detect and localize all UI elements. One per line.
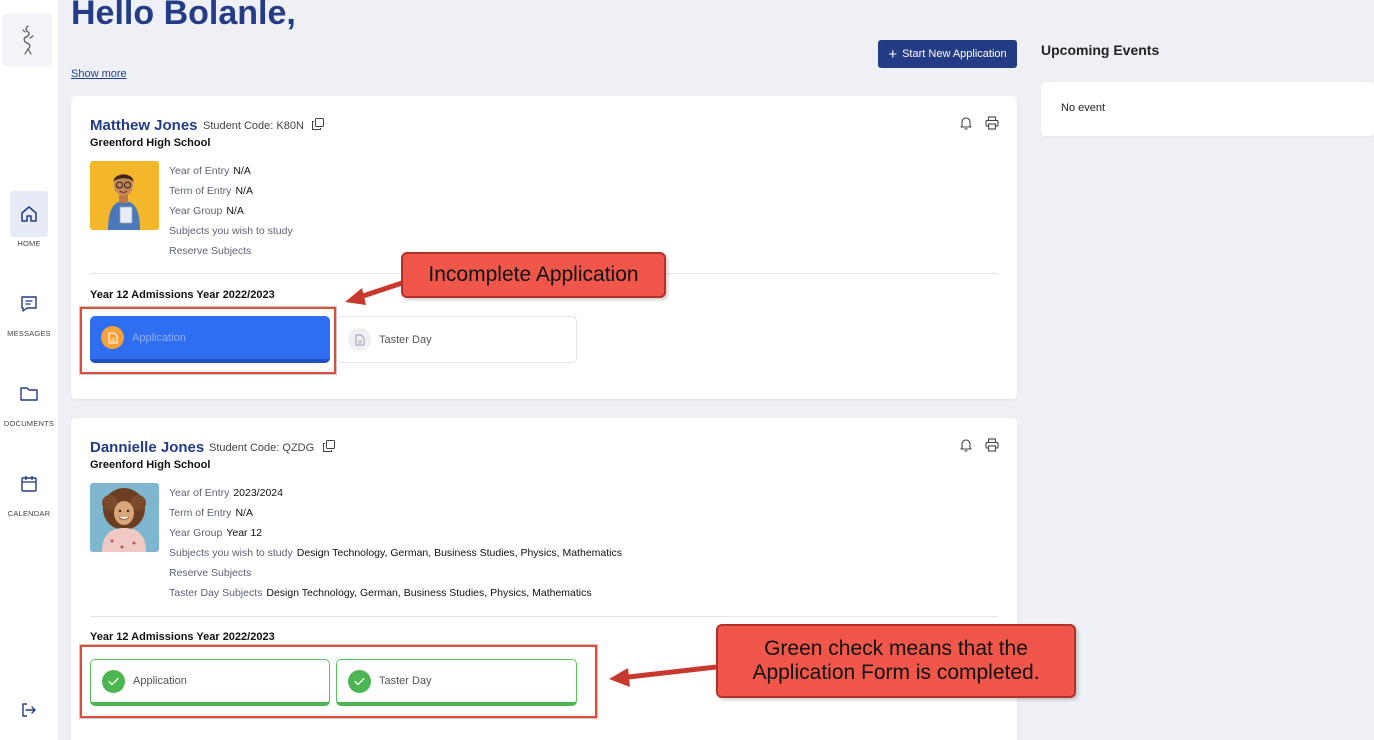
student-details: Year of Entry 2023/2024 Term of Entry N/A … <box>169 483 622 603</box>
bell-icon[interactable] <box>959 438 973 452</box>
no-event-text: No event <box>1061 102 1106 114</box>
complete-callout-line2: Application Form is completed. <box>752 661 1040 684</box>
detail-label: Reserve Subjects <box>169 567 252 579</box>
detail-label: Taster Day Subjects <box>169 587 263 599</box>
card-actions <box>959 116 999 130</box>
detail-value: N/A <box>226 205 244 217</box>
copy-icon[interactable] <box>323 440 335 452</box>
home-icon <box>21 206 37 222</box>
message-icon <box>21 296 37 312</box>
detail-label: Year of Entry <box>169 487 230 499</box>
detail-value: Design Technology, German, Business Stud… <box>266 587 592 599</box>
nav-messages[interactable]: MESSAGES <box>0 281 58 338</box>
detail-row: Taster Day Subjects Design Technology, Ge… <box>169 583 622 603</box>
student-code: Student Code: QZDG <box>209 442 315 454</box>
school-logo[interactable] <box>2 14 52 66</box>
detail-label: Year Group <box>169 205 223 217</box>
calendar-icon <box>21 476 37 492</box>
nav-calendar[interactable]: CALENDAR <box>0 461 58 518</box>
nav-calendar-label: CALENDAR <box>7 509 51 518</box>
admissions-section-title: Year 12 Admissions Year 2022/2023 <box>90 289 275 301</box>
document-icon <box>348 328 371 351</box>
divider <box>90 616 998 617</box>
folder-icon <box>20 387 38 401</box>
detail-row: Year Group N/A <box>169 201 297 221</box>
annotation-highlight-box <box>80 307 336 374</box>
detail-value: N/A <box>235 185 253 197</box>
nav-home[interactable]: HOME <box>0 191 58 248</box>
logout-icon <box>22 703 36 717</box>
copy-icon[interactable] <box>312 118 324 130</box>
start-new-application-button[interactable]: + Start New Application <box>878 40 1017 68</box>
detail-label: Reserve Subjects <box>169 245 252 257</box>
detail-row: Term of Entry N/A <box>169 181 297 201</box>
start-new-application-label: Start New Application <box>902 48 1007 60</box>
student-photo <box>90 161 159 230</box>
crest-logo-icon <box>22 25 34 55</box>
upcoming-events-title: Upcoming Events <box>1041 42 1160 58</box>
detail-value: N/A <box>235 507 253 519</box>
detail-value: Design Technology, German, Business Stud… <box>296 547 622 559</box>
detail-label: Term of Entry <box>169 185 232 197</box>
nav-documents[interactable]: DOCUMENTS <box>0 371 58 428</box>
print-icon[interactable] <box>985 438 999 452</box>
detail-row: Subjects you wish to study <box>169 221 297 241</box>
detail-label: Subjects you wish to study <box>169 225 293 237</box>
school-name: Greenford High School <box>90 137 211 149</box>
admissions-section-title: Year 12 Admissions Year 2022/2023 <box>90 631 275 643</box>
nav-documents-label: DOCUMENTS <box>3 419 55 428</box>
detail-label: Year Group <box>169 527 223 539</box>
student-name[interactable]: Dannielle Jones <box>90 439 204 456</box>
events-panel: No event <box>1041 82 1374 136</box>
show-more-link[interactable]: Show more <box>71 68 127 80</box>
detail-row: Reserve Subjects <box>169 563 622 583</box>
detail-row: Year Group Year 12 <box>169 523 622 543</box>
school-name: Greenford High School <box>90 459 211 471</box>
incomplete-callout-text: Incomplete Application <box>428 263 639 286</box>
detail-label: Subjects you wish to study <box>169 547 293 559</box>
complete-callout: Green check means that the Application F… <box>716 624 1076 698</box>
detail-value: N/A <box>233 165 251 177</box>
print-icon[interactable] <box>985 116 999 130</box>
detail-row: Subjects you wish to study Design Technol… <box>169 543 622 563</box>
detail-row: Term of Entry N/A <box>169 503 622 523</box>
complete-callout-line1: Green check means that the <box>764 637 1028 660</box>
nav-home-label: HOME <box>17 239 41 248</box>
detail-label: Year of Entry <box>169 165 230 177</box>
student-name[interactable]: Matthew Jones <box>90 117 198 134</box>
taster-day-step-label: Taster Day <box>379 333 432 346</box>
card-actions <box>959 438 999 452</box>
annotation-highlight-box <box>80 645 597 718</box>
student-code: Student Code: K80N <box>203 120 304 132</box>
taster-day-step[interactable]: Taster Day <box>336 316 577 363</box>
greeting-title: Hello Bolanle, <box>71 0 296 32</box>
nav-messages-label: MESSAGES <box>7 329 51 338</box>
incomplete-callout: Incomplete Application <box>401 252 666 298</box>
logout-button[interactable] <box>19 700 39 725</box>
detail-row: Year of Entry N/A <box>169 161 297 181</box>
detail-row: Year of Entry 2023/2024 <box>169 483 622 503</box>
detail-value: Year 12 <box>226 527 263 539</box>
detail-value: 2023/2024 <box>233 487 283 499</box>
plus-icon: + <box>888 45 898 63</box>
student-details: Year of Entry N/A Term of Entry N/A Year G… <box>169 161 297 261</box>
student-photo <box>90 483 159 552</box>
bell-icon[interactable] <box>959 116 973 130</box>
detail-row: Reserve Subjects <box>169 241 297 261</box>
sidebar: HOME MESSAGES DOCUMENTS CALENDAR <box>0 0 58 740</box>
detail-label: Term of Entry <box>169 507 232 519</box>
